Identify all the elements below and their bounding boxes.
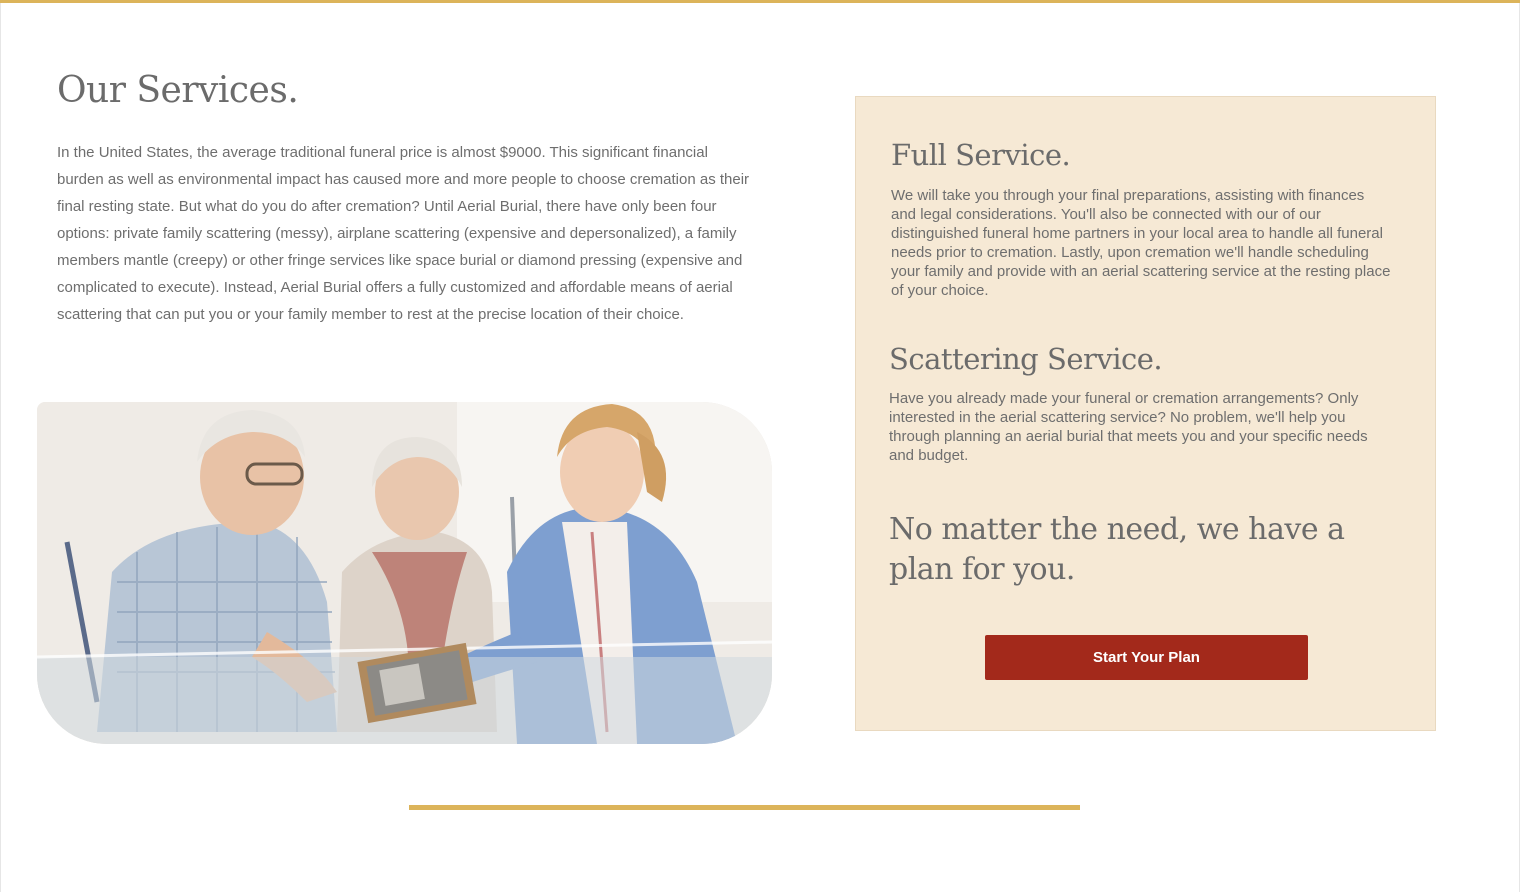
full-service-text: We will take you through your final prep… [891, 187, 1391, 299]
full-service-heading: Full Service. [891, 138, 1071, 172]
family-planning-photo [37, 402, 772, 744]
services-panel: Full Service. We will take you through y… [855, 96, 1436, 731]
top-divider [0, 0, 1520, 3]
services-heading: Our Services. [57, 70, 299, 111]
plan-tagline: No matter the need, we have a plan for y… [889, 512, 1345, 587]
bottom-divider [409, 805, 1080, 810]
scattering-service-text: Have you already made your funeral or cr… [889, 390, 1368, 464]
start-your-plan-button[interactable]: Start Your Plan [985, 635, 1308, 680]
services-intro-text: In the United States, the average tradit… [57, 144, 750, 323]
scattering-service-heading: Scattering Service. [889, 342, 1163, 376]
